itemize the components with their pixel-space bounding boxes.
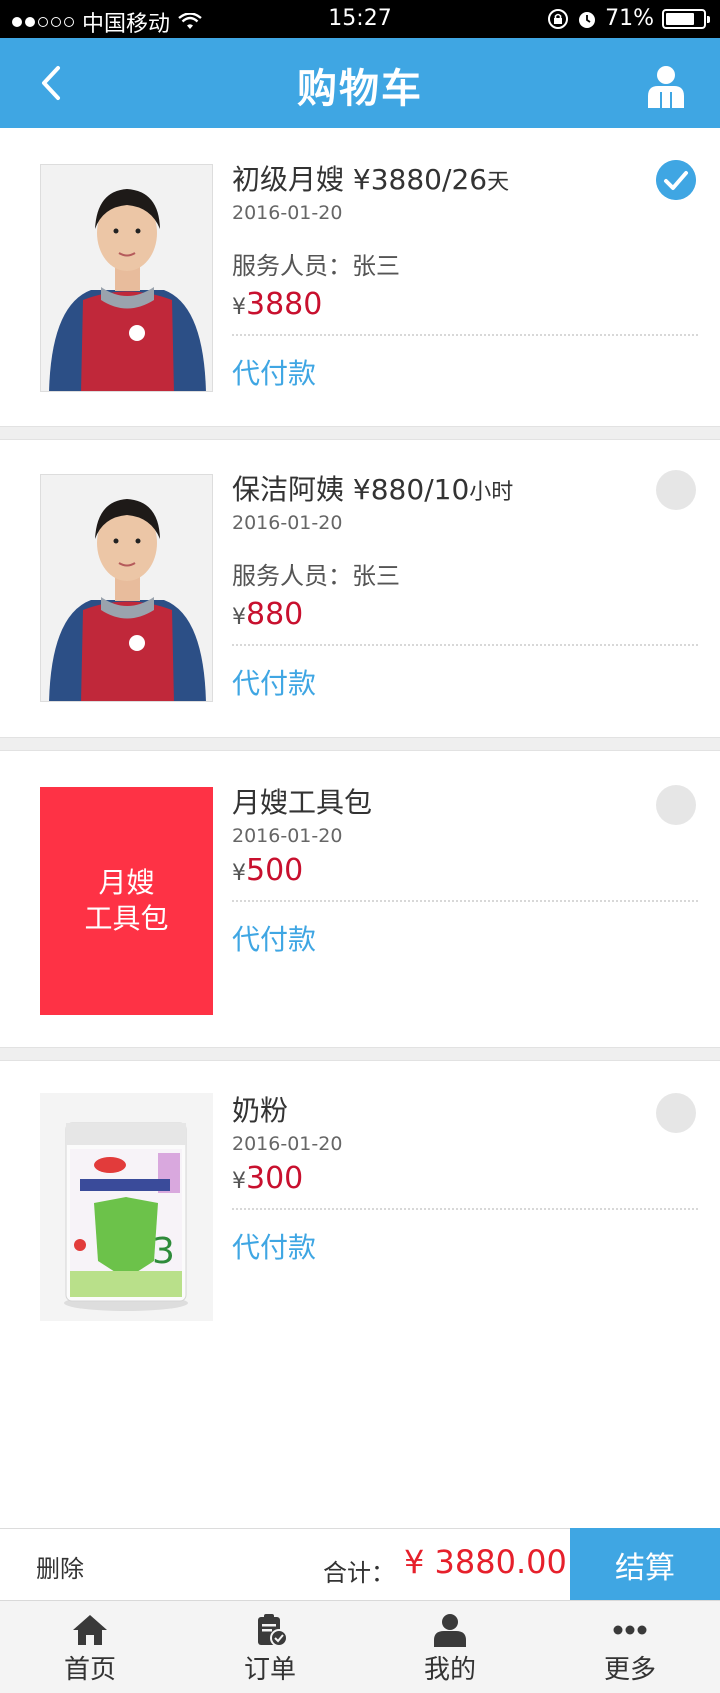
cart-item[interactable]: 月嫂 工具包 月嫂工具包 2016-01-20 ¥500 代付款 [0,751,720,1047]
svg-text:3: 3 [152,1231,175,1272]
status-bar: 中国移动 15:27 71% [0,0,720,38]
cart-item[interactable]: 保洁阿姨 ¥880/10小时 2016-01-20 服务人员：张三 ¥880 代… [0,440,720,737]
tab-home[interactable]: 首页 [0,1601,180,1693]
pending-payment-link[interactable]: 代付款 [232,1226,696,1266]
person-photo [40,474,213,702]
cart-item[interactable]: 初级月嫂 ¥3880/26天 2016-01-20 服务人员：张三 ¥3880 … [0,128,720,426]
item-date: 2016-01-20 [232,202,343,224]
tool-kit-text-line1: 月嫂 [98,866,155,899]
item-unit-price: ¥880 [352,473,425,506]
pending-payment-link[interactable]: 代付款 [232,918,696,958]
item-date: 2016-01-20 [232,825,343,847]
tab-label: 更多 [603,1655,656,1685]
item-unit-price: ¥3880 [352,163,442,196]
separator [0,426,720,440]
checkbox-unchecked-icon[interactable] [656,470,696,510]
divider [232,1208,698,1210]
currency-symbol: ¥ [232,1169,246,1194]
milk-powder-image: 3 [40,1093,213,1321]
pending-payment-link[interactable]: 代付款 [232,662,696,702]
rotation-lock-icon [548,8,569,29]
battery-percent: 71% [605,6,654,31]
alarm-icon [579,11,596,28]
item-amount: 500 [246,853,304,888]
tab-bar: 首页 订单 我的 更多 [0,1600,720,1693]
checkbox-checked-icon[interactable] [656,160,696,200]
item-date: 2016-01-20 [232,512,343,534]
item-name: 月嫂工具包 [232,786,373,819]
delete-button[interactable]: 删除 [36,1549,84,1584]
item-date: 2016-01-20 [232,1133,343,1155]
divider [232,644,698,646]
price-separator: / [424,473,434,506]
tab-more[interactable]: 更多 [540,1601,720,1693]
tool-kit-text-line2: 工具包 [84,902,169,935]
item-duration: 10 [433,473,470,506]
tab-mine[interactable]: 我的 [360,1601,540,1693]
currency-symbol: ¥ [232,605,246,630]
page-title: 购物车 [297,66,423,112]
item-unit: 小时 [469,480,514,505]
tab-label: 首页 [63,1655,116,1685]
cart-item[interactable]: 3 奶粉 2016-01-20 ¥300 代付款 [0,1061,720,1361]
checkbox-unchecked-icon[interactable] [656,1093,696,1133]
item-staff: 服务人员：张三 [232,562,400,590]
total-amount: ¥ 3880.00 [404,1543,567,1581]
tab-label: 订单 [243,1655,296,1685]
item-name: 奶粉 [232,1094,289,1127]
item-unit: 天 [487,170,510,195]
item-amount: 300 [246,1161,304,1196]
checkbox-unchecked-icon[interactable] [656,785,696,825]
item-duration: 26 [451,163,488,196]
currency-symbol: ¥ [232,295,246,320]
user-icon [434,1614,466,1647]
separator [0,1047,720,1061]
order-icon [258,1614,288,1647]
separator [0,737,720,751]
nav-header: 购物车 [0,38,720,128]
divider [232,334,698,336]
item-name: 保洁阿姨 [232,473,345,506]
divider [232,900,698,902]
item-amount: 3880 [246,287,323,322]
user-icon[interactable] [646,64,686,108]
item-staff: 服务人员：张三 [232,252,400,280]
person-photo [40,164,213,392]
currency-symbol: ¥ [232,861,246,886]
checkout-button[interactable]: 结算 [570,1528,720,1601]
tab-label: 我的 [423,1655,476,1685]
more-icon [613,1625,647,1635]
home-icon [73,1615,107,1645]
checkout-bar: 删除 合计： ¥ 3880.00 结算 [0,1528,720,1601]
tab-orders[interactable]: 订单 [180,1601,360,1693]
tool-kit-image: 月嫂 工具包 [40,787,213,1015]
battery-icon [662,8,710,29]
total-label: 合计： [323,1559,395,1587]
pending-payment-link[interactable]: 代付款 [232,352,696,392]
item-name: 初级月嫂 [232,163,345,196]
item-amount: 880 [246,597,304,632]
